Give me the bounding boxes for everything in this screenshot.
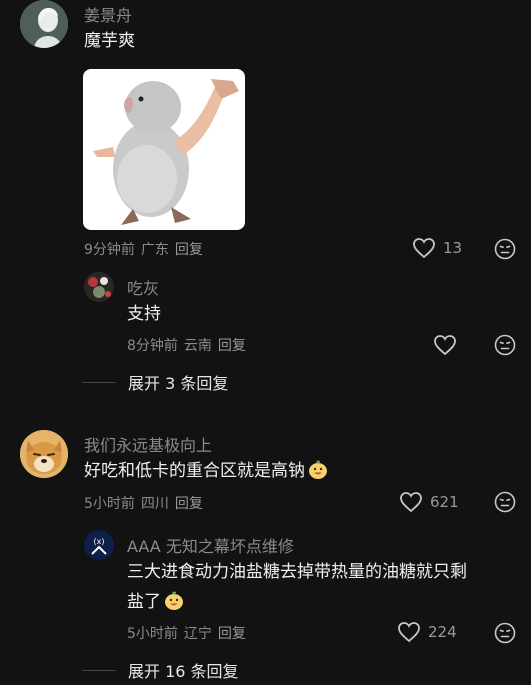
meh-face-icon (494, 622, 516, 644)
grinning-pear-emoji (309, 460, 327, 479)
dislike-button[interactable] (494, 622, 516, 648)
reply-button[interactable]: 回复 (218, 338, 246, 354)
meh-face-icon (494, 238, 516, 260)
expand-replies-button[interactable]: 展开 16 条回复 (82, 658, 239, 682)
divider (82, 669, 116, 671)
dislike-button[interactable] (494, 238, 516, 264)
comment-text: 好吃和低卡的重合区就是高钠 (84, 456, 329, 486)
avatar[interactable] (20, 430, 68, 478)
parrot-sticker-image (93, 79, 239, 225)
expand-replies-label: 展开 3 条回复 (128, 374, 229, 393)
reply-time: 5小时前 (127, 626, 178, 642)
reply-time: 8分钟前 (127, 338, 178, 354)
comment-time: 9分钟前 (84, 242, 135, 258)
reply-location: 云南 (183, 338, 212, 354)
expand-replies-button[interactable]: 展开 3 条回复 (82, 370, 228, 394)
reply-button[interactable]: 回复 (175, 242, 203, 258)
reply-location: 辽宁 (183, 626, 212, 642)
heart-outline-icon (434, 335, 456, 356)
meh-face-icon (494, 491, 516, 513)
like-button[interactable]: 13 (412, 237, 462, 259)
meh-face-icon (494, 334, 516, 356)
comment-text-content: 好吃和低卡的重合区就是高钠 (84, 461, 305, 481)
like-count: 621 (430, 493, 459, 511)
comment-image[interactable] (83, 69, 245, 230)
heart-outline-icon (400, 492, 422, 513)
comment-time: 5小时前 (84, 496, 135, 512)
avatar[interactable] (20, 0, 68, 48)
like-count: 13 (443, 239, 463, 257)
svg-text:(x): (x) (94, 537, 105, 546)
comment-text: 魔芋爽 (84, 31, 135, 51)
avatar[interactable] (84, 272, 114, 302)
reply-meta: 5小时前 辽宁 回复 (127, 623, 252, 643)
reply-text-line-2: 盐了 (127, 587, 185, 617)
reply-author[interactable]: AAA 无知之幕坏点维修 (127, 533, 294, 557)
divider (82, 381, 116, 383)
heart-outline-icon (398, 622, 420, 643)
comment-meta: 9分钟前 广东 回复 (84, 239, 209, 259)
comment-author[interactable]: 姜景舟 (84, 2, 132, 26)
comment-author[interactable]: 我们永远基极向上 (84, 432, 212, 456)
reply-meta: 8分钟前 云南 回复 (127, 335, 252, 355)
grinning-pear-emoji (165, 591, 183, 610)
like-button[interactable]: 224 (397, 621, 457, 643)
reply-button[interactable]: 回复 (218, 626, 246, 642)
avatar[interactable]: (x) (84, 530, 114, 560)
like-button[interactable]: 621 (399, 491, 459, 513)
heart-outline-icon (413, 238, 435, 259)
reply-text-line-1: 三大进食动力油盐糖去掉带热量的油糖就只剩 (127, 562, 467, 582)
comment-location: 广东 (140, 242, 169, 258)
like-count: 224 (428, 623, 457, 641)
dislike-button[interactable] (494, 491, 516, 517)
dislike-button[interactable] (494, 334, 516, 360)
reply-button[interactable]: 回复 (175, 496, 203, 512)
expand-replies-label: 展开 16 条回复 (128, 662, 239, 681)
comment-meta: 5小时前 四川 回复 (84, 493, 209, 513)
like-button[interactable] (433, 334, 457, 356)
reply-text: 支持 (127, 304, 161, 324)
reply-author[interactable]: 吃灰 (127, 275, 159, 299)
comment-location: 四川 (140, 496, 169, 512)
reply-text-content: 盐了 (127, 592, 161, 612)
